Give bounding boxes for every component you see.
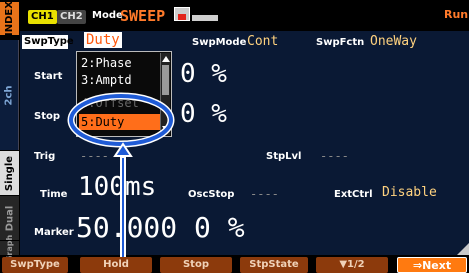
tab-index[interactable]: INDEX bbox=[0, 1, 19, 36]
dropdown-item-phase[interactable]: 2:Phase bbox=[79, 55, 161, 71]
dropdown-item-amptd[interactable]: 3:Amptd bbox=[79, 72, 161, 88]
stplvl-label: StpLvl bbox=[266, 151, 302, 162]
mode-label: Mode bbox=[92, 10, 123, 21]
sweep-level-icon bbox=[192, 15, 218, 21]
swpmode-value[interactable]: Cont bbox=[247, 34, 278, 49]
stop-value[interactable]: 0 % bbox=[180, 99, 227, 129]
swptype-value[interactable]: Duty bbox=[84, 32, 122, 48]
softkey-swptype[interactable]: SwpType bbox=[2, 257, 68, 273]
marker-label: Marker bbox=[34, 227, 74, 238]
swpmode-label: SwpMode bbox=[192, 37, 247, 48]
swpfctn-label: SwpFctn bbox=[316, 37, 365, 48]
tab-2ch[interactable]: 2ch bbox=[0, 40, 19, 150]
tab-dual[interactable]: Dual bbox=[0, 196, 19, 240]
oscstop-value[interactable]: ---- bbox=[250, 187, 279, 201]
start-value[interactable]: 0 % bbox=[180, 59, 227, 89]
swptype-label[interactable]: SwpType bbox=[24, 36, 74, 47]
tab-dual-label: Dual bbox=[4, 205, 16, 231]
stop-label: Stop bbox=[34, 111, 61, 122]
dropdown-scrollbar[interactable] bbox=[160, 53, 170, 135]
tab-single-label: Single bbox=[4, 155, 15, 191]
scroll-up-icon[interactable] bbox=[161, 55, 171, 63]
start-label: Start bbox=[34, 71, 63, 82]
tab-graph[interactable]: Graph bbox=[0, 234, 19, 262]
mode-value: SWEEP bbox=[120, 7, 166, 25]
swptype-dropdown[interactable]: 2:Phase 3:Amptd 4:Offset 5:Duty bbox=[76, 51, 172, 137]
scroll-thumb[interactable] bbox=[162, 65, 169, 95]
tab-single[interactable]: Single bbox=[0, 151, 19, 195]
time-label: Time bbox=[40, 189, 68, 200]
ch2-button[interactable]: CH2 bbox=[57, 10, 86, 24]
ch1-button[interactable]: CH1 bbox=[28, 10, 57, 24]
extctrl-label: ExtCtrl bbox=[334, 189, 373, 200]
trig-value[interactable]: ---- bbox=[80, 149, 109, 163]
softkey-bar: SwpType Hold Stop StpState ▼1/2 ⇒Next bbox=[0, 257, 469, 273]
swpfctn-value[interactable]: OneWay bbox=[370, 34, 417, 49]
header-bar: CH1 CH2 Mode SWEEP Run bbox=[20, 2, 469, 30]
trig-label: Trig bbox=[34, 151, 56, 162]
softkey-next[interactable]: ⇒Next bbox=[397, 257, 467, 273]
dropdown-item-offset[interactable]: 4:Offset bbox=[79, 95, 161, 111]
sweep-mode-icon bbox=[174, 7, 190, 21]
resize-handle-icon bbox=[457, 243, 469, 255]
generator-screen: INDEX 2ch Single Dual Graph CH1 CH2 Mode… bbox=[0, 0, 469, 273]
time-value[interactable]: 100ms bbox=[78, 172, 156, 202]
scroll-down-icon[interactable] bbox=[161, 125, 171, 133]
run-status: Run bbox=[444, 8, 469, 21]
tab-2ch-label: 2ch bbox=[3, 84, 15, 106]
stplvl-value[interactable]: ---- bbox=[320, 149, 349, 163]
dropdown-item-duty[interactable]: 5:Duty bbox=[79, 114, 161, 130]
softkey-stop[interactable]: Stop bbox=[160, 257, 232, 273]
softkey-page[interactable]: ▼1/2 bbox=[316, 257, 388, 273]
extctrl-value[interactable]: Disable bbox=[382, 185, 437, 200]
softkey-hold[interactable]: Hold bbox=[80, 257, 152, 273]
oscstop-label: OscStop bbox=[188, 189, 235, 200]
tab-index-label: INDEX bbox=[4, 1, 15, 36]
marker-value[interactable]: 50.000 0 % bbox=[76, 211, 245, 244]
softkey-stpstate[interactable]: StpState bbox=[240, 257, 308, 273]
